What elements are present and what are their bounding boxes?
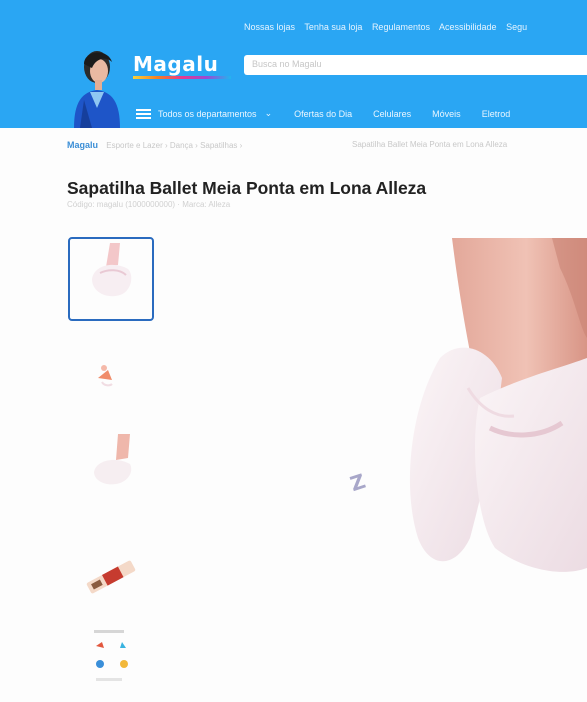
- main-nav: Todos os departamentos ⌄ Ofertas do Dia …: [136, 108, 531, 119]
- top-link-security[interactable]: Segu: [506, 22, 527, 32]
- thumbnail-4-image: [86, 560, 136, 594]
- thumbnail-1-image: [92, 243, 132, 297]
- thumbnail-4[interactable]: [68, 535, 154, 619]
- thumbnail-5-image: [94, 630, 128, 681]
- top-link-regulations[interactable]: Regulamentos: [372, 22, 430, 32]
- thumbnail-3-image: [94, 434, 132, 485]
- product-subtitle: Código: magalu (1000000000) · Marca: All…: [67, 200, 231, 209]
- search-placeholder: Busca no Magalu: [252, 59, 322, 69]
- lu-avatar: [74, 51, 120, 128]
- thumbnail-1[interactable]: [68, 237, 154, 321]
- nav-item-phones[interactable]: Celulares: [373, 109, 411, 119]
- top-link-own-store[interactable]: Tenha sua loja: [304, 22, 362, 32]
- site-header: Nossas lojas Tenha sua loja Regulamentos…: [0, 0, 587, 128]
- top-link-accessibility[interactable]: Acessibilidade: [439, 22, 497, 32]
- product-main-image[interactable]: Z: [290, 238, 587, 658]
- svg-text:Z: Z: [347, 469, 368, 496]
- breadcrumb: Magalu Esporte e Lazer › Dança › Sapatil…: [67, 140, 507, 150]
- thumbnail-2[interactable]: [68, 330, 154, 414]
- thumbnail-2-image: [98, 365, 113, 387]
- magalu-logo[interactable]: Magalu: [133, 52, 218, 76]
- thumbnail-5[interactable]: [68, 618, 154, 702]
- breadcrumb-middle[interactable]: Esporte e Lazer › Dança › Sapatilhas ›: [106, 141, 242, 150]
- top-link-stores[interactable]: Nossas lojas: [244, 22, 295, 32]
- breadcrumb-home[interactable]: Magalu: [67, 140, 98, 150]
- nav-all-departments[interactable]: Todos os departamentos: [158, 109, 257, 119]
- thumbnail-3[interactable]: [68, 420, 154, 504]
- menu-icon: [136, 109, 151, 119]
- chevron-down-icon[interactable]: ⌄: [265, 108, 273, 119]
- ballet-shoe-image: Z: [290, 238, 587, 572]
- nav-item-deals[interactable]: Ofertas do Dia: [294, 109, 352, 119]
- nav-item-furniture[interactable]: Móveis: [432, 109, 461, 119]
- breadcrumb-current: Sapatilha Ballet Meia Ponta em Lona Alle…: [352, 140, 508, 149]
- nav-item-appliances[interactable]: Eletrod: [482, 109, 511, 119]
- logo-color-bar: [133, 76, 231, 79]
- product-title: Sapatilha Ballet Meia Ponta em Lona Alle…: [67, 178, 427, 198]
- top-links: Nossas lojas Tenha sua loja Regulamentos…: [244, 22, 534, 32]
- search-input[interactable]: Busca no Magalu: [244, 55, 587, 75]
